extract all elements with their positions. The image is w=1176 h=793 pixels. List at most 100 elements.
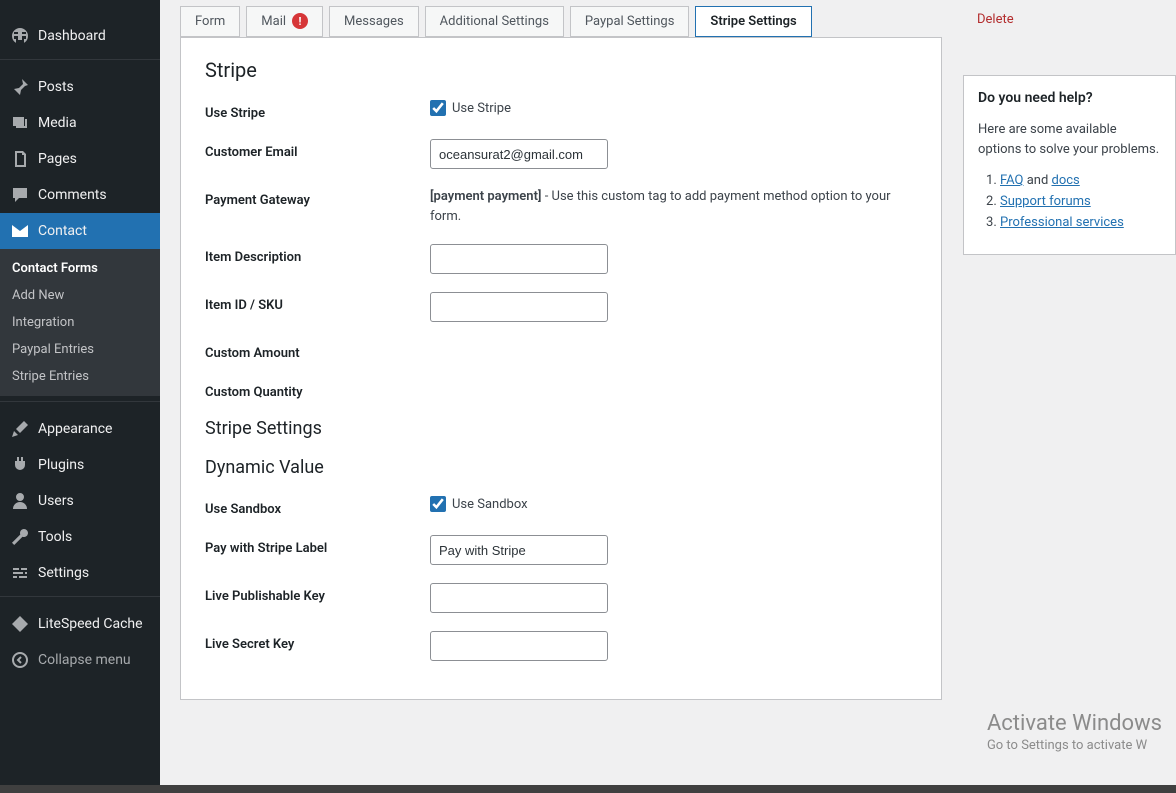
payment-gateway-label: Payment Gateway	[205, 187, 430, 208]
professional-services-link[interactable]: Professional services	[1000, 215, 1124, 230]
stripe-settings-panel: Stripe Use Stripe Use Stripe Customer Em…	[180, 37, 942, 700]
support-forums-link[interactable]: Support forums	[1000, 194, 1091, 209]
sidebar-subitem-paypal-entries[interactable]: Paypal Entries	[0, 336, 160, 363]
sidebar-subitem-add-new[interactable]: Add New	[0, 282, 160, 309]
sidebar-item-users[interactable]: Users	[0, 483, 160, 519]
customer-email-input[interactable]	[430, 139, 608, 169]
gauge-icon	[10, 26, 30, 46]
plug-icon	[10, 455, 30, 475]
item-description-input[interactable]	[430, 244, 608, 274]
sidebar-item-label: Contact	[38, 223, 87, 239]
alert-icon: !	[292, 13, 308, 29]
tab-messages[interactable]: Messages	[329, 6, 419, 37]
diamond-icon	[10, 614, 30, 634]
use-sandbox-checkbox[interactable]	[430, 496, 446, 512]
collapse-icon	[10, 650, 30, 670]
faq-link[interactable]: FAQ	[1000, 173, 1023, 188]
payment-shortcode: [payment payment]	[430, 189, 542, 204]
sidebar-subitem-stripe-entries[interactable]: Stripe Entries	[0, 363, 160, 390]
sidebar-item-label: Dashboard	[38, 28, 106, 44]
sliders-icon	[10, 563, 30, 583]
use-sandbox-checkbox-text: Use Sandbox	[452, 497, 528, 512]
live-secret-key-label: Live Secret Key	[205, 631, 430, 652]
section-heading-dynamic-value: Dynamic Value	[205, 457, 917, 478]
docs-link[interactable]: docs	[1052, 173, 1080, 188]
tab-label: Stripe Settings	[710, 14, 796, 29]
use-sandbox-label: Use Sandbox	[205, 496, 430, 517]
and-text: and	[1023, 173, 1051, 188]
admin-sidebar: Dashboard Posts Media Pages Comments Con…	[0, 0, 160, 793]
user-icon	[10, 491, 30, 511]
sidebar-item-dashboard[interactable]: Dashboard	[0, 18, 160, 54]
tab-mail[interactable]: Mail !	[246, 6, 323, 37]
use-stripe-checkbox-text: Use Stripe	[452, 101, 511, 116]
tab-label: Messages	[344, 14, 404, 29]
sidebar-subitem-contact-forms[interactable]: Contact Forms	[0, 255, 160, 282]
watermark-subtitle: Go to Settings to activate W	[987, 738, 1162, 753]
sidebar-item-posts[interactable]: Posts	[0, 69, 160, 105]
sidebar-item-plugins[interactable]: Plugins	[0, 447, 160, 483]
wrench-icon	[10, 527, 30, 547]
sidebar-item-label: Appearance	[38, 421, 112, 437]
help-box: Do you need help? Here are some availabl…	[963, 75, 1176, 255]
customer-email-label: Customer Email	[205, 139, 430, 160]
watermark-title: Activate Windows	[987, 711, 1162, 736]
live-publishable-key-label: Live Publishable Key	[205, 583, 430, 604]
use-stripe-checkbox[interactable]	[430, 100, 446, 116]
sidebar-item-label: Users	[38, 493, 74, 509]
sidebar-subitem-integration[interactable]: Integration	[0, 309, 160, 336]
windows-activation-watermark: Activate Windows Go to Settings to activ…	[987, 711, 1162, 753]
use-stripe-label: Use Stripe	[205, 100, 430, 121]
help-title: Do you need help?	[978, 90, 1161, 106]
tab-label: Form	[195, 14, 225, 29]
pin-icon	[10, 77, 30, 97]
live-secret-key-input[interactable]	[430, 631, 608, 661]
item-description-label: Item Description	[205, 244, 430, 265]
sidebar-item-label: Plugins	[38, 457, 84, 473]
sidebar-item-tools[interactable]: Tools	[0, 519, 160, 555]
sidebar-item-label: Collapse menu	[38, 652, 131, 668]
help-item-faq-docs: FAQ and docs	[1000, 173, 1161, 188]
mail-icon	[10, 221, 30, 241]
sidebar-item-media[interactable]: Media	[0, 105, 160, 141]
brush-icon	[10, 419, 30, 439]
bottom-bar	[0, 785, 1176, 793]
pay-label-input[interactable]	[430, 535, 608, 565]
sidebar-item-label: Posts	[38, 79, 74, 95]
sidebar-item-label: Comments	[38, 187, 107, 203]
pay-label-label: Pay with Stripe Label	[205, 535, 430, 556]
right-sidebar: Delete Do you need help? Here are some a…	[963, 0, 1176, 255]
sidebar-item-settings[interactable]: Settings	[0, 555, 160, 591]
sidebar-item-appearance[interactable]: Appearance	[0, 411, 160, 447]
tab-additional-settings[interactable]: Additional Settings	[425, 6, 564, 37]
sidebar-item-label: LiteSpeed Cache	[38, 616, 143, 632]
payment-gateway-hint: [payment payment] - Use this custom tag …	[430, 187, 917, 226]
sidebar-item-label: Media	[38, 115, 77, 131]
item-sku-input[interactable]	[430, 292, 608, 322]
sidebar-item-contact[interactable]: Contact	[0, 213, 160, 249]
sidebar-item-label: Tools	[38, 529, 72, 545]
tab-paypal-settings[interactable]: Paypal Settings	[570, 6, 689, 37]
help-intro: Here are some available options to solve…	[978, 120, 1161, 159]
custom-quantity-label: Custom Quantity	[205, 379, 430, 400]
tab-label: Paypal Settings	[585, 14, 674, 29]
section-heading-stripe: Stripe	[205, 58, 917, 82]
help-item-pro: Professional services	[1000, 215, 1161, 230]
tab-label: Additional Settings	[440, 14, 549, 29]
item-sku-label: Item ID / SKU	[205, 292, 430, 313]
section-heading-stripe-settings: Stripe Settings	[205, 418, 917, 439]
tab-form[interactable]: Form	[180, 6, 240, 37]
sidebar-item-litespeed[interactable]: LiteSpeed Cache	[0, 606, 160, 642]
help-item-support: Support forums	[1000, 194, 1161, 209]
custom-amount-label: Custom Amount	[205, 340, 430, 361]
sidebar-item-comments[interactable]: Comments	[0, 177, 160, 213]
pages-icon	[10, 149, 30, 169]
tab-stripe-settings[interactable]: Stripe Settings	[695, 6, 811, 37]
sidebar-item-label: Settings	[38, 565, 89, 581]
live-publishable-key-input[interactable]	[430, 583, 608, 613]
comment-icon	[10, 185, 30, 205]
sidebar-item-label: Pages	[38, 151, 77, 167]
sidebar-item-pages[interactable]: Pages	[0, 141, 160, 177]
sidebar-item-collapse[interactable]: Collapse menu	[0, 642, 160, 678]
delete-link[interactable]: Delete	[963, 0, 1014, 27]
